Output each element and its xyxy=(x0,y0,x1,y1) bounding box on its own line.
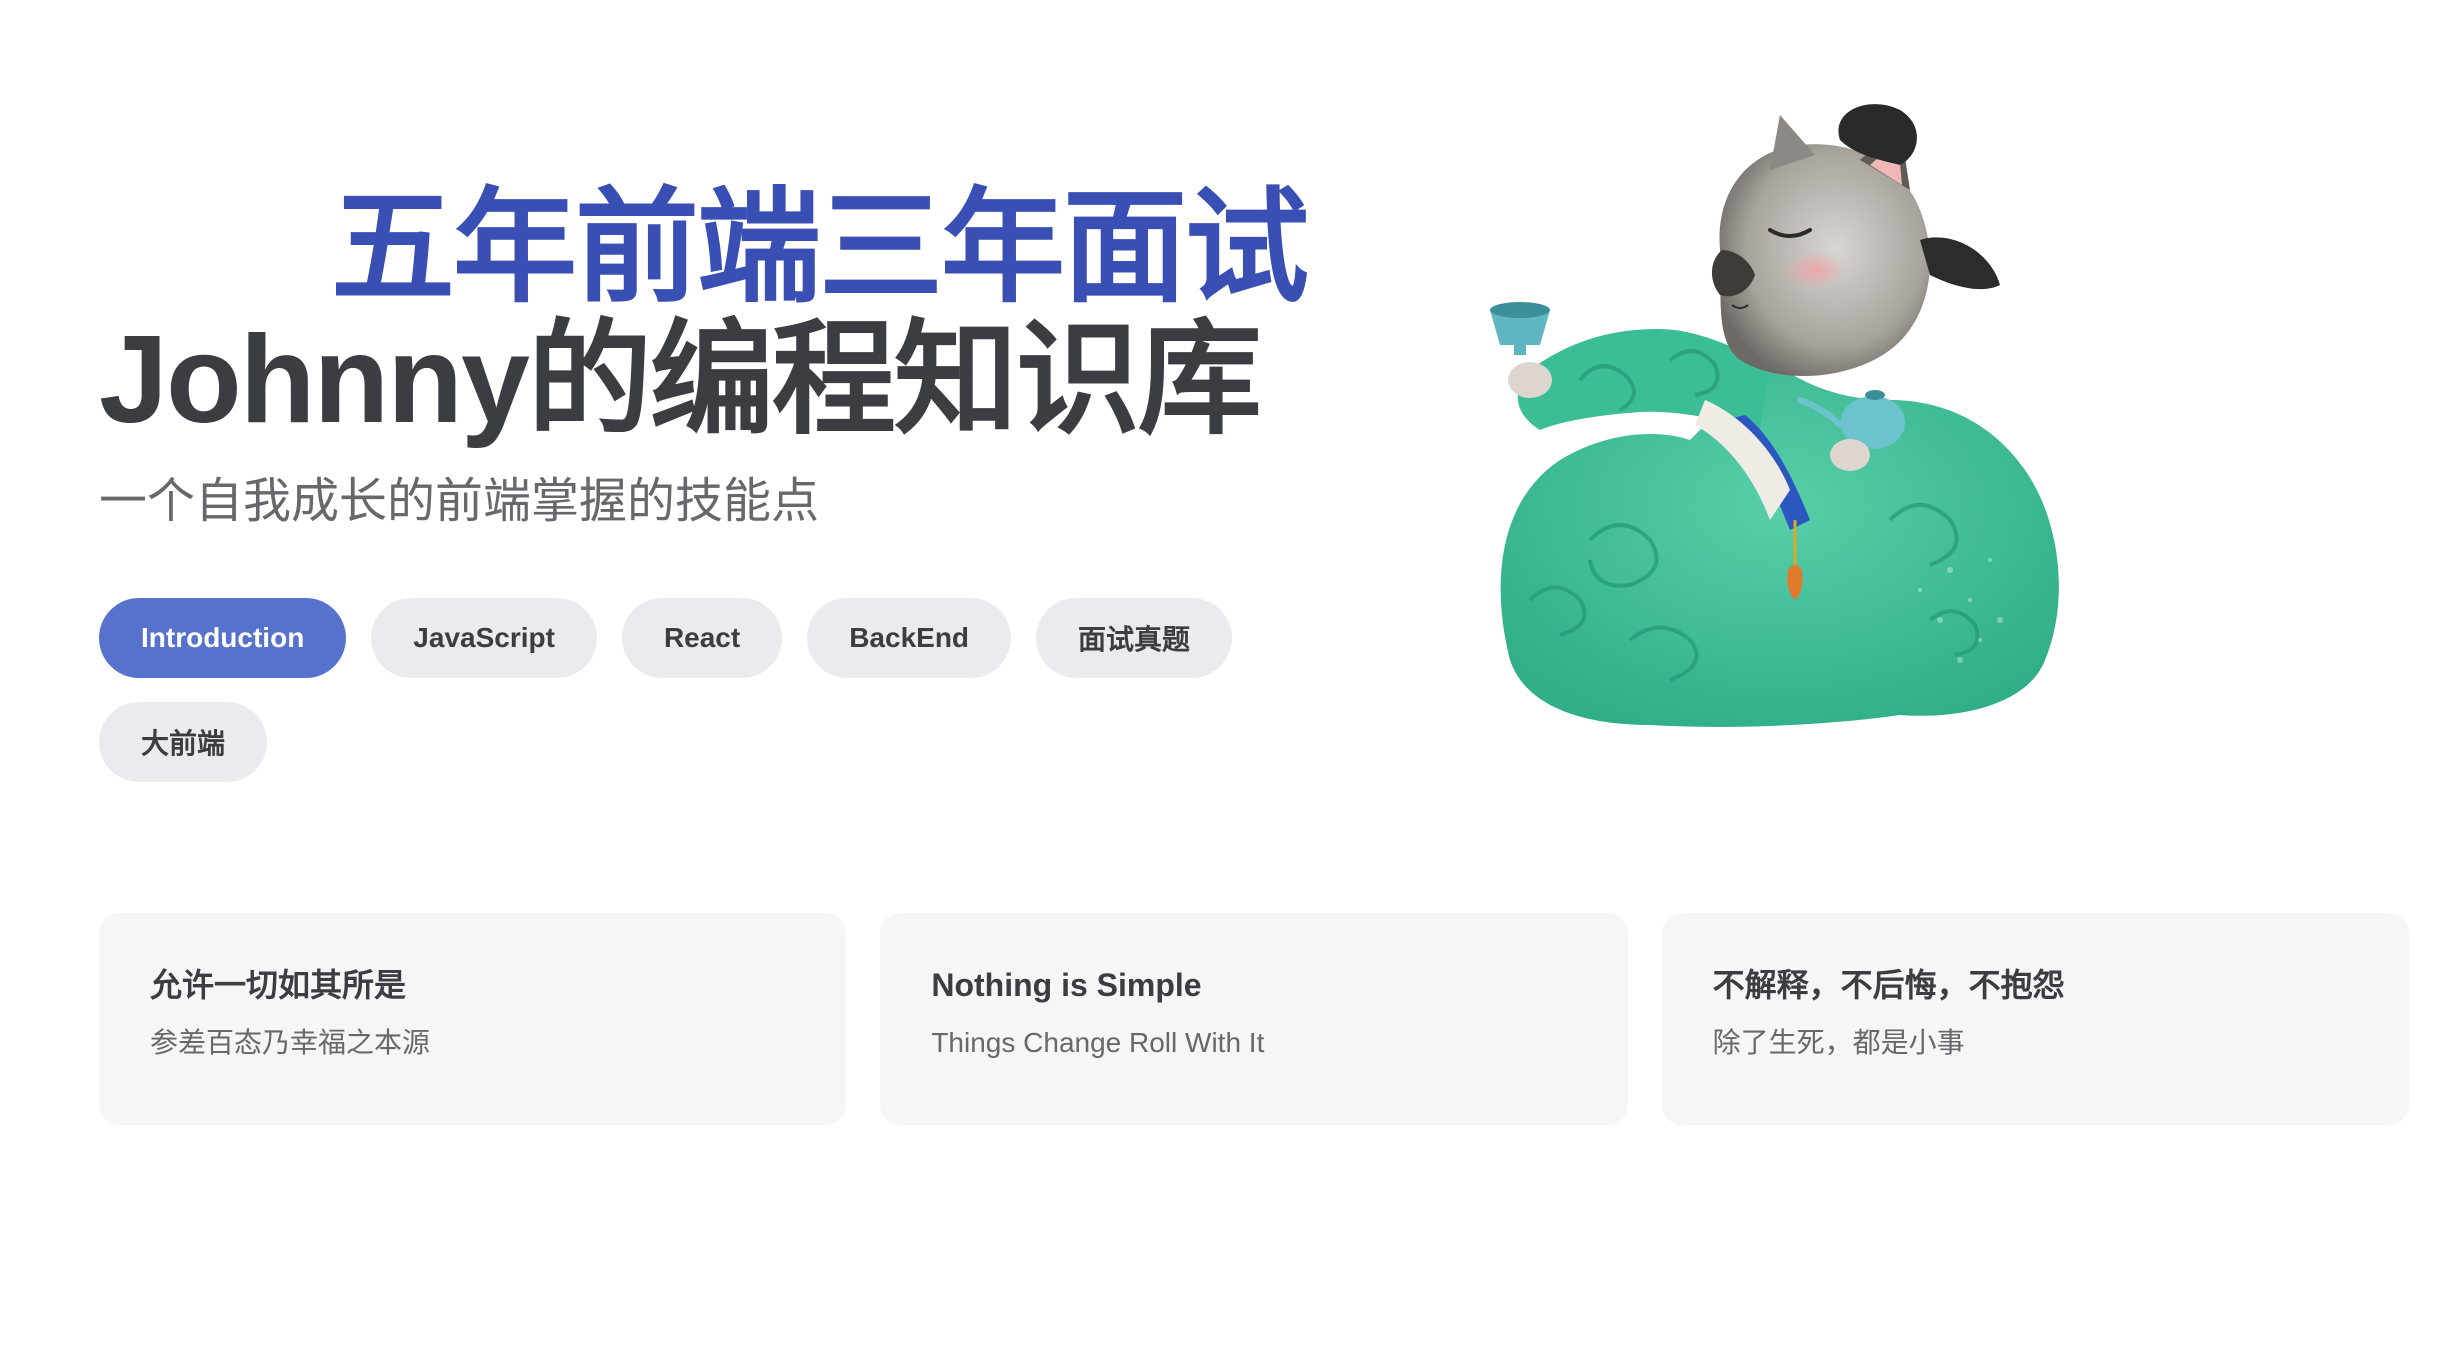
feature-title: Nothing is Simple xyxy=(931,967,1202,1003)
feature-details: 除了生死，都是小事 xyxy=(1712,1027,1965,1058)
feature-details: Things Change Roll With It xyxy=(931,1027,1265,1058)
hero-name: 五年前端三年面试 xyxy=(331,179,1309,317)
feature-card-3: 不解释，不后悔，不抱怨 除了生死，都是小事 xyxy=(1661,913,2409,1125)
feature-details: 参差百态乃幸福之本源 xyxy=(150,1027,431,1058)
feature-title: 允许一切如其所是 xyxy=(150,967,407,1003)
big-frontend-button[interactable]: 大前端 xyxy=(99,702,268,782)
hero-actions: Introduction JavaScript React BackEnd 面试… xyxy=(99,598,1349,782)
interview-questions-button[interactable]: 面试真题 xyxy=(1036,598,1233,678)
backend-button[interactable]: BackEnd xyxy=(807,598,1012,678)
feature-card-2: Nothing is Simple Things Change Roll Wit… xyxy=(880,913,1628,1125)
react-button[interactable]: React xyxy=(621,598,783,678)
hero-section: 五年前端三年面试 Johnny的编程知识库 一个自我成长的前端掌握的技能点 In… xyxy=(0,0,2457,860)
cat-illustration xyxy=(1490,104,2059,727)
hero-tagline: 一个自我成长的前端掌握的技能点 xyxy=(99,475,820,528)
features-section: 允许一切如其所是 参差百态乃幸福之本源 Nothing is Simple Th… xyxy=(99,913,2409,1125)
hero-image xyxy=(1470,100,2110,760)
feature-card-1: 允许一切如其所是 参差百态乃幸福之本源 xyxy=(99,913,847,1125)
introduction-button[interactable]: Introduction xyxy=(99,598,347,678)
hero-title: Johnny的编程知识库 xyxy=(99,311,1262,449)
feature-title: 不解释，不后悔，不抱怨 xyxy=(1712,967,2065,1003)
javascript-button[interactable]: JavaScript xyxy=(371,598,597,678)
